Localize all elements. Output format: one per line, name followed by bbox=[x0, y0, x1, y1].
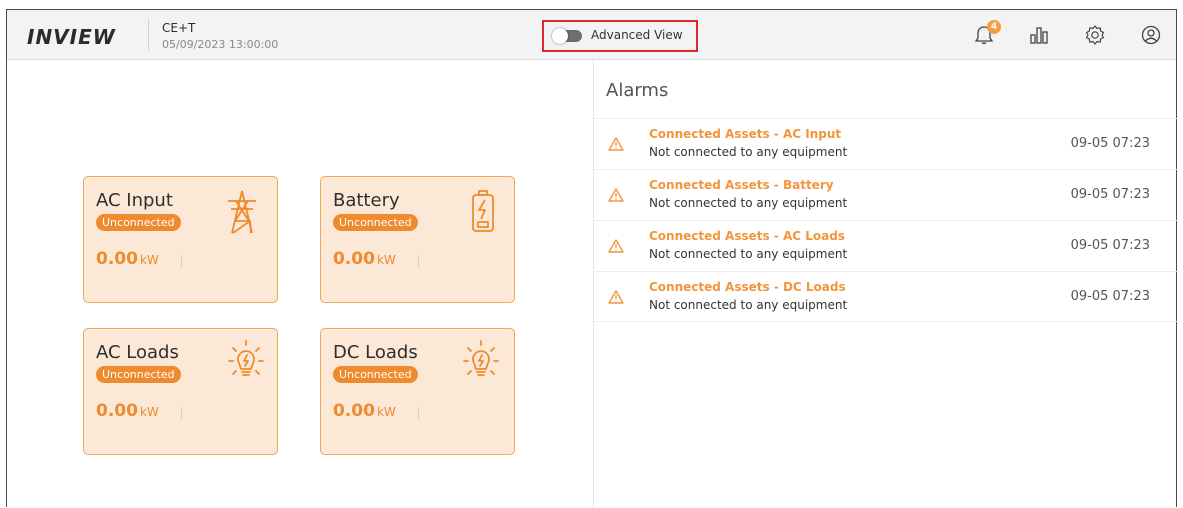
alarm-item[interactable]: Connected Assets - Battery Not connected… bbox=[594, 169, 1178, 220]
site-name: CE+T bbox=[162, 21, 196, 35]
alarm-description: Not connected to any equipment bbox=[649, 145, 848, 159]
status-badge: Unconnected bbox=[333, 366, 418, 383]
notification-badge: 4 bbox=[987, 20, 1001, 34]
gear-icon[interactable] bbox=[1084, 24, 1106, 46]
toggle-knob bbox=[552, 28, 568, 44]
top-bar: INVIEW CE+T 05/09/2023 13:00:00 Advanced… bbox=[7, 10, 1176, 60]
header-divider bbox=[148, 19, 149, 51]
alarm-title: Connected Assets - DC Loads bbox=[649, 280, 846, 294]
value-divider bbox=[418, 407, 419, 419]
card-title: Battery bbox=[333, 190, 400, 211]
alarm-description: Not connected to any equipment bbox=[649, 247, 848, 261]
advanced-view-toggle[interactable]: Advanced View bbox=[542, 20, 698, 52]
advanced-view-label: Advanced View bbox=[591, 28, 683, 42]
alarm-title: Connected Assets - Battery bbox=[649, 178, 834, 192]
warning-icon bbox=[608, 188, 624, 202]
lightbulb-icon bbox=[228, 340, 264, 376]
card-title: AC Input bbox=[96, 190, 173, 211]
card-title: AC Loads bbox=[96, 342, 179, 363]
card-title: DC Loads bbox=[333, 342, 418, 363]
alarm-title: Connected Assets - AC Input bbox=[649, 127, 842, 141]
alarm-time: 09-05 07:23 bbox=[1070, 187, 1150, 202]
power-value: 0.00 kW bbox=[96, 401, 159, 421]
alarm-time: 09-05 07:23 bbox=[1070, 289, 1150, 304]
warning-icon bbox=[608, 290, 624, 304]
power-value: 0.00 kW bbox=[96, 249, 159, 269]
alarm-item[interactable]: Connected Assets - AC Loads Not connecte… bbox=[594, 220, 1178, 271]
alarm-time: 09-05 07:23 bbox=[1070, 238, 1150, 253]
status-badge: Unconnected bbox=[96, 366, 181, 383]
alarm-title: Connected Assets - AC Loads bbox=[649, 229, 845, 243]
card-battery[interactable]: Battery Unconnected 0.00 kW bbox=[320, 176, 515, 303]
card-ac-input[interactable]: AC Input Unconnected 0.00 kW bbox=[83, 176, 278, 303]
alarm-description: Not connected to any equipment bbox=[649, 298, 848, 312]
warning-icon bbox=[608, 137, 624, 151]
card-dc-loads[interactable]: DC Loads Unconnected 0.00 kW bbox=[320, 328, 515, 455]
alarms-title: Alarms bbox=[606, 80, 669, 101]
power-value: 0.00 kW bbox=[333, 249, 396, 269]
power-tower-icon bbox=[228, 190, 256, 234]
value-divider bbox=[181, 255, 182, 267]
app-window: INVIEW CE+T 05/09/2023 13:00:00 Advanced… bbox=[6, 9, 1178, 508]
value-divider bbox=[181, 407, 182, 419]
app-logo: INVIEW bbox=[27, 25, 116, 49]
lightbulb-icon bbox=[463, 340, 499, 376]
alarm-item[interactable]: Connected Assets - DC Loads Not connecte… bbox=[594, 271, 1178, 322]
battery-charging-icon bbox=[472, 190, 494, 232]
warning-icon bbox=[608, 239, 624, 253]
toggle-switch[interactable] bbox=[552, 28, 582, 44]
value-divider bbox=[418, 255, 419, 267]
bar-chart-icon[interactable] bbox=[1028, 24, 1050, 46]
alarm-time: 09-05 07:23 bbox=[1070, 136, 1150, 151]
status-badge: Unconnected bbox=[333, 214, 418, 231]
site-datetime: 05/09/2023 13:00:00 bbox=[162, 38, 279, 51]
user-account-icon[interactable] bbox=[1140, 24, 1162, 46]
status-badge: Unconnected bbox=[96, 214, 181, 231]
alarm-item[interactable]: Connected Assets - AC Input Not connecte… bbox=[594, 118, 1178, 169]
power-value: 0.00 kW bbox=[333, 401, 396, 421]
card-ac-loads[interactable]: AC Loads Unconnected 0.00 kW bbox=[83, 328, 278, 455]
alarm-description: Not connected to any equipment bbox=[649, 196, 848, 210]
